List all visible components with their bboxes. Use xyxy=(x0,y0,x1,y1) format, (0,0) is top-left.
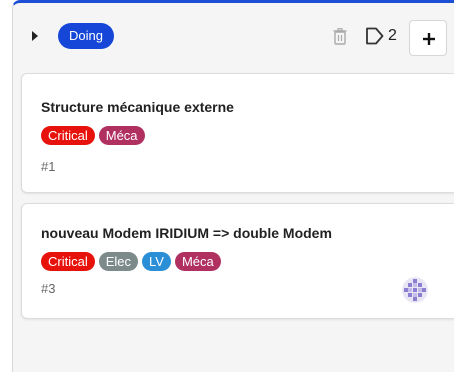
card-labels: Critical Elec LV Méca xyxy=(41,252,221,271)
task-card[interactable]: nouveau Modem IRIDIUM => double Modem Cr… xyxy=(21,203,454,319)
card-labels: Critical Méca xyxy=(41,126,145,145)
plus-icon xyxy=(423,33,435,45)
task-card[interactable]: Structure mécanique externe Critical Méc… xyxy=(21,73,454,193)
card-ref: #3 xyxy=(41,281,56,296)
avatar-icon[interactable] xyxy=(402,277,428,303)
column-header: Doing 2 xyxy=(13,3,454,65)
caret-right-icon[interactable] xyxy=(32,31,38,41)
status-pill[interactable]: Doing xyxy=(58,23,114,49)
cards-count-icon xyxy=(366,27,384,45)
card-title: Structure mécanique externe xyxy=(41,99,234,115)
card-ref: #1 xyxy=(41,159,56,174)
cards-count: 2 xyxy=(388,27,397,44)
label-badge: Méca xyxy=(98,126,145,145)
label-badge: Critical xyxy=(41,126,95,145)
label-badge: Méca xyxy=(174,252,221,271)
trash-icon[interactable] xyxy=(333,28,347,45)
add-card-button[interactable] xyxy=(409,20,447,56)
card-title: nouveau Modem IRIDIUM => double Modem xyxy=(41,225,332,241)
label-badge: Critical xyxy=(41,252,95,271)
label-badge: Elec xyxy=(98,252,139,271)
board-column: Doing 2 Structure mécanique externe Crit… xyxy=(12,0,454,372)
label-badge: LV xyxy=(142,252,171,271)
